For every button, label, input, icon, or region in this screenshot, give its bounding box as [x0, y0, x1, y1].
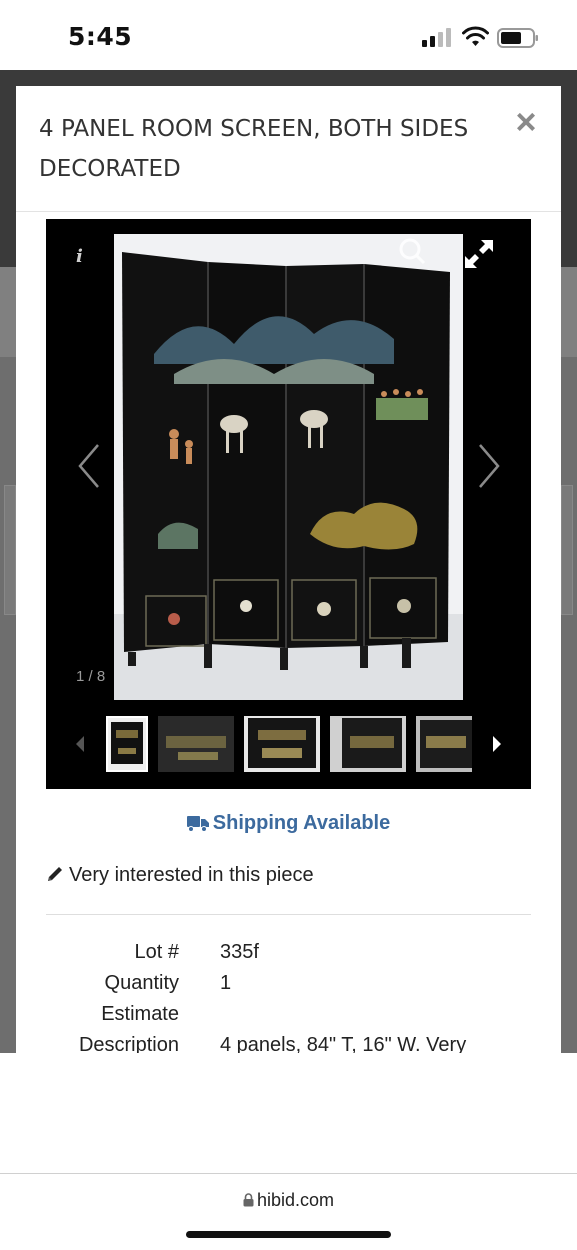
detail-label: Description	[78, 1034, 179, 1053]
thumbnails-prev-icon[interactable]	[72, 732, 88, 756]
browser-bottom-bar: hibid.com	[0, 1053, 577, 1250]
detail-row-estimate: Estimate	[16, 1003, 561, 1034]
thumbnail-2[interactable]	[158, 716, 234, 772]
detail-label: Quantity	[104, 972, 179, 994]
next-image-icon[interactable]	[474, 441, 504, 491]
close-button[interactable]: ×	[510, 104, 542, 140]
wifi-icon	[462, 26, 489, 46]
lot-detail-modal: 4 PANEL ROOM SCREEN, BOTH SIDES DECORATE…	[16, 86, 561, 1053]
thumbnail-5[interactable]	[416, 716, 472, 772]
image-counter: 1 / 8	[76, 668, 106, 685]
home-indicator[interactable]	[186, 1231, 391, 1238]
thumbnails-next-icon[interactable]	[489, 732, 505, 756]
detail-row-description: Description 4 panels, 84" T, 16" W. Very	[16, 1034, 561, 1053]
lock-icon	[243, 1193, 254, 1207]
thumbnail-4[interactable]	[330, 716, 406, 772]
details-divider	[46, 914, 531, 915]
shipping-label: Shipping Available	[212, 812, 391, 834]
detail-label: Lot #	[134, 941, 179, 963]
modal-header: 4 PANEL ROOM SCREEN, BOTH SIDES DECORATE…	[16, 86, 561, 212]
detail-value: 4 panels, 84" T, 16" W. Very	[220, 1034, 467, 1053]
browser-divider	[0, 1173, 577, 1174]
note-text: Very interested in this piece	[69, 864, 314, 886]
modal-title: 4 PANEL ROOM SCREEN, BOTH SIDES DECORATE…	[39, 116, 469, 182]
cellular-signal-icon	[422, 28, 451, 47]
status-bar: 5:45	[0, 0, 577, 70]
status-time: 5:45	[68, 22, 133, 51]
url-text: hibid.com	[256, 1190, 335, 1210]
url-bar[interactable]: hibid.com	[0, 1190, 577, 1211]
detail-label: Estimate	[101, 1003, 179, 1025]
lot-note: Very interested in this piece	[46, 864, 314, 887]
truck-icon	[186, 816, 209, 832]
pencil-icon	[48, 867, 62, 881]
thumbnail-3[interactable]	[244, 716, 320, 772]
image-gallery: i 1 / 8	[46, 219, 531, 789]
folding-screen-image	[114, 234, 463, 700]
detail-row-quantity: Quantity 1	[16, 972, 561, 1003]
shipping-available-link[interactable]: Shipping Available	[16, 812, 561, 835]
detail-value: 335f	[220, 941, 259, 963]
main-lot-image[interactable]	[114, 234, 463, 700]
zoom-icon[interactable]	[398, 237, 426, 265]
backdrop-panel-right	[561, 485, 573, 615]
info-icon[interactable]: i	[76, 246, 83, 267]
backdrop-panel-left	[4, 485, 16, 615]
thumbnail-1[interactable]	[106, 716, 148, 772]
previous-image-icon[interactable]	[74, 441, 104, 491]
detail-row-lot: Lot # 335f	[16, 941, 561, 972]
detail-value: 1	[220, 972, 232, 994]
battery-icon	[497, 28, 538, 48]
fullscreen-icon[interactable]	[461, 236, 497, 272]
